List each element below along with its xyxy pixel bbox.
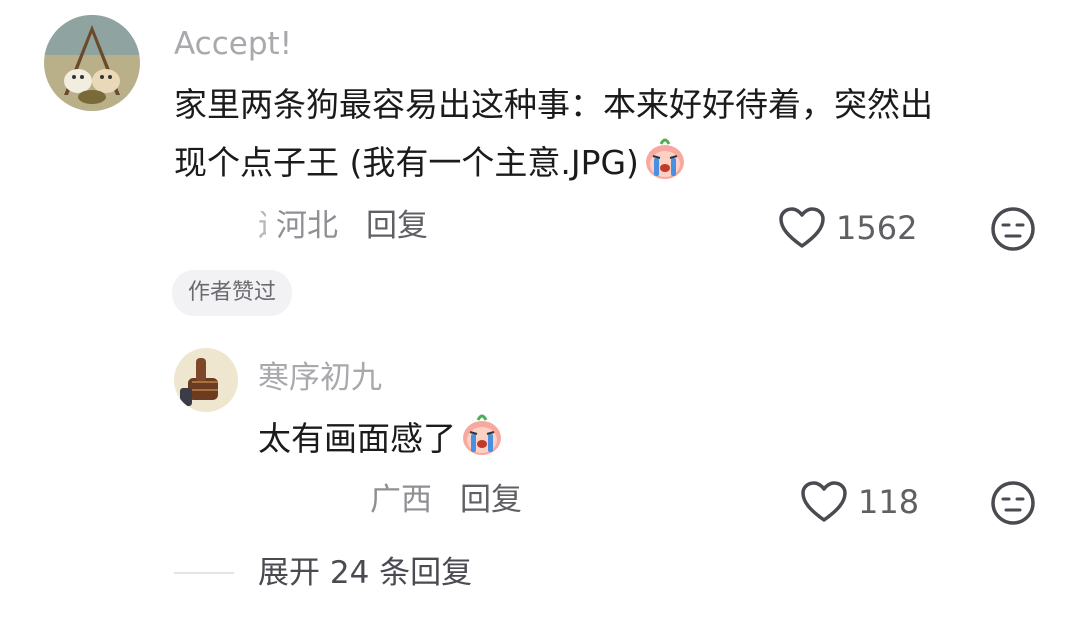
- reply-reply-button[interactable]: 回复: [460, 482, 522, 518]
- crying-face-sticker-icon: [456, 414, 506, 466]
- expand-replies-button[interactable]: 展开 24 条回复: [258, 558, 472, 589]
- comment-meta: 辽河北回复: [258, 211, 428, 242]
- reply-like-count: 118: [858, 483, 920, 521]
- comment-text-line-1: 家里两条狗最容易出这种事：本来好好待着，突然出: [174, 85, 933, 124]
- comment-location: 河北: [276, 208, 338, 244]
- comment-dislike-button[interactable]: [990, 206, 1036, 252]
- commenter-avatar[interactable]: [44, 15, 140, 111]
- reply-text-content: 太有画面感了: [258, 419, 456, 458]
- comment-text: 家里两条狗最容易出这种事：本来好好待着，突然出 现个点子王 (我有一个主意.JP…: [174, 76, 933, 200]
- comment-reply-button[interactable]: 回复: [366, 208, 428, 244]
- reply-meta: 广西 回复: [370, 485, 522, 516]
- reply-like-button[interactable]: 118: [800, 479, 919, 525]
- expand-divider: [174, 572, 234, 574]
- reply-dislike-button[interactable]: [990, 480, 1036, 526]
- commenter-username[interactable]: Accept!: [174, 29, 292, 60]
- reply-location: 广西: [370, 482, 432, 518]
- crying-face-sticker-icon: [639, 138, 689, 190]
- neutral-face-icon: [991, 481, 1035, 525]
- comment-text-line-2-content: 现个点子王 (我有一个主意.JPG): [174, 143, 639, 182]
- author-liked-badge: 作者赞过: [172, 270, 293, 316]
- comment-text-line-2: 现个点子王 (我有一个主意.JPG): [174, 134, 933, 200]
- location-fragment: 辽: [258, 211, 266, 242]
- reply-text: 太有画面感了: [258, 410, 506, 476]
- heart-icon: [801, 481, 847, 522]
- heart-icon: [779, 207, 825, 248]
- replier-avatar[interactable]: [174, 348, 238, 412]
- comment-like-count: 1562: [836, 209, 918, 247]
- comment-like-button[interactable]: 1562: [778, 205, 917, 251]
- neutral-face-icon: [991, 207, 1035, 251]
- replier-username[interactable]: 寒序初九: [258, 363, 382, 394]
